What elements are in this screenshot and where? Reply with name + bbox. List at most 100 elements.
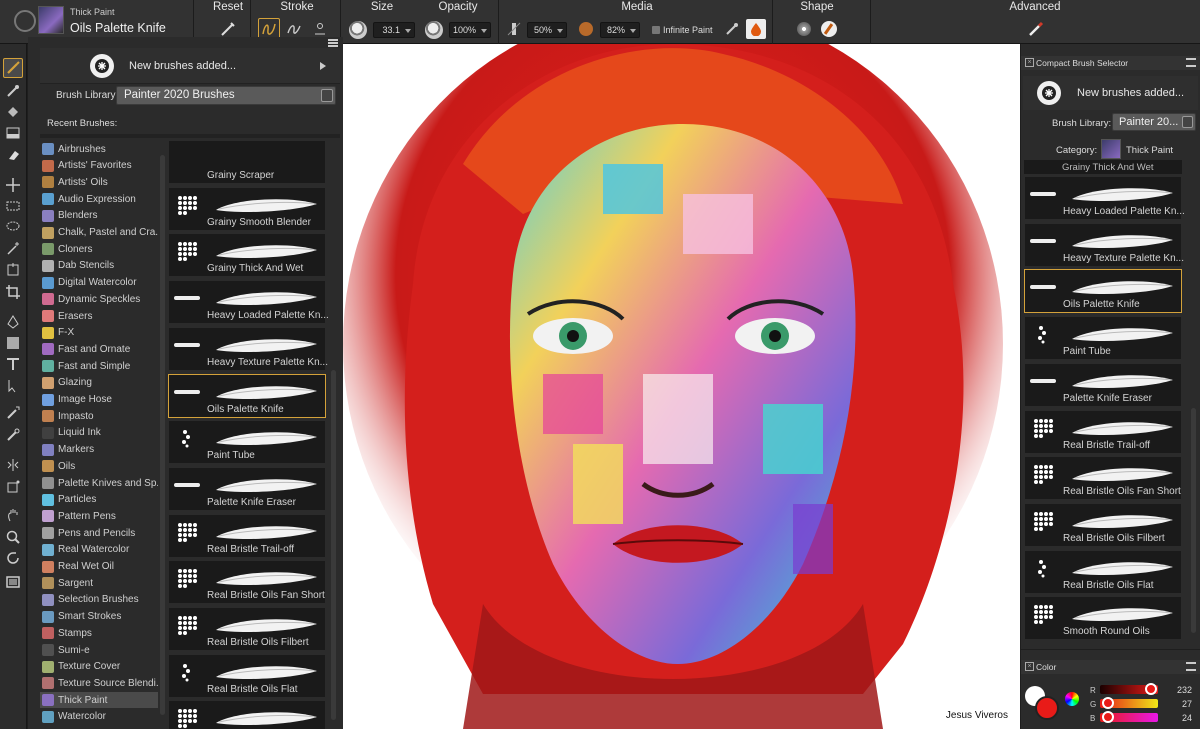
cloner-tool-icon[interactable] [3, 403, 23, 423]
category-item[interactable]: Selection Brushes [40, 592, 158, 608]
shape-tool-icon[interactable] [3, 333, 23, 353]
category-item[interactable]: Artists' Oils [40, 174, 158, 190]
new-brushes-banner[interactable]: New brushes added... [40, 48, 340, 84]
category-item[interactable]: Chalk, Pastel and Cra... [40, 225, 158, 241]
move-tool-icon[interactable] [3, 175, 23, 195]
bleed-icon[interactable] [576, 19, 596, 39]
category-item[interactable]: Digital Watercolor [40, 275, 158, 291]
panel-menu-icon[interactable] [1186, 58, 1196, 67]
category-item[interactable]: F-X [40, 325, 158, 341]
canvas[interactable]: Jesus Viveros [343, 44, 1020, 729]
r-slider-thumb[interactable] [1145, 683, 1157, 695]
perspective-tool-icon[interactable] [3, 477, 23, 497]
category-item[interactable]: Oils [40, 458, 158, 474]
category-item[interactable]: Texture Cover [40, 659, 158, 675]
brush-variant-item[interactable]: Real Bristle Oils Flat [168, 653, 326, 698]
b-slider-thumb[interactable] [1102, 711, 1114, 723]
category-item[interactable]: Glazing [40, 375, 158, 391]
category-item[interactable]: Real Watercolor [40, 542, 158, 558]
brush-variant-item[interactable]: Real Bristle Trail-off [168, 513, 326, 558]
crop-tool-icon[interactable] [3, 282, 23, 302]
layer-adjuster-tool-icon[interactable] [3, 123, 23, 143]
stroke-type-icon[interactable] [819, 19, 839, 39]
mirror-tool-icon[interactable] [3, 455, 23, 475]
main-color-swatch[interactable] [1035, 696, 1059, 720]
category-item[interactable]: Real Wet Oil [40, 559, 158, 575]
brush-scrollbar[interactable] [331, 370, 336, 720]
lasso-tool-icon[interactable] [3, 217, 23, 237]
category-item[interactable]: Palette Knives and Sp... [40, 475, 158, 491]
brush-variant-item[interactable]: Grainy Scraper [168, 140, 326, 184]
category-item[interactable]: Thick Paint [40, 692, 158, 709]
grab-tool-icon[interactable] [3, 505, 23, 525]
right-brush-item[interactable]: Heavy Loaded Palette Kn... [1024, 176, 1185, 220]
right-brush-item[interactable]: Real Bristle Oils Fan Short [1024, 456, 1182, 501]
category-item[interactable]: Pattern Pens [40, 508, 158, 524]
color-wheel-icon[interactable] [1065, 692, 1079, 706]
category-item[interactable]: Pens and Pencils [40, 525, 158, 541]
right-brush-item[interactable]: Oils Palette Knife [1024, 269, 1182, 314]
transform-tool-icon[interactable] [3, 260, 23, 280]
resaturation-icon[interactable] [504, 19, 524, 39]
category-item[interactable]: Dab Stencils [40, 258, 158, 274]
right-brush-scrollbar[interactable] [1191, 408, 1196, 633]
brush-variant-item[interactable]: Palette Knife Eraser [168, 466, 326, 511]
category-item[interactable]: Fast and Ornate [40, 341, 158, 357]
right-new-brushes-banner[interactable]: New brushes added... [1023, 76, 1198, 110]
paint-bucket-tool-icon[interactable] [3, 102, 23, 122]
brush-variant-item[interactable]: Real Bristle Oils Filbert [168, 607, 326, 651]
category-item[interactable]: Cloners [40, 241, 158, 257]
category-scrollbar[interactable] [160, 155, 165, 715]
category-item[interactable]: Particles [40, 492, 158, 508]
right-brush-item[interactable]: Real Bristle Oils Flat [1024, 549, 1182, 594]
brush-library-dropdown[interactable]: Painter 2020 Brushes [116, 86, 336, 105]
play-icon[interactable] [320, 62, 326, 70]
dab-shape-icon[interactable] [794, 19, 814, 39]
magnifier-tool-icon[interactable] [3, 527, 23, 547]
rotate-page-tool-icon[interactable] [3, 548, 23, 568]
screen-mode-tool-icon[interactable] [3, 572, 23, 592]
category-item[interactable]: Watercolor [40, 709, 158, 725]
brush-variant-item[interactable]: Oils Palette Knife [168, 373, 326, 418]
opacity-dial-icon[interactable] [425, 21, 443, 39]
pen-tool-icon[interactable] [3, 312, 23, 332]
right-brush-item[interactable]: Smooth Round Oils [1024, 596, 1182, 641]
selection-adjuster-tool-icon[interactable] [3, 376, 23, 396]
r-value[interactable]: 232 [1162, 685, 1192, 695]
category-item[interactable]: Sargent [40, 575, 158, 591]
category-value[interactable]: Thick Paint [1126, 145, 1173, 156]
advanced-brush-icon[interactable] [1025, 19, 1047, 39]
panel-menu-icon[interactable] [1186, 662, 1196, 671]
brush-variant-item[interactable]: Heavy Loaded Palette Kn... [168, 280, 329, 325]
category-item[interactable]: Blenders [40, 208, 158, 224]
dropper-icon[interactable] [722, 19, 742, 39]
category-item[interactable]: Image Hose [40, 392, 158, 408]
category-icon[interactable] [1101, 139, 1121, 159]
b-value[interactable]: 24 [1162, 713, 1192, 723]
category-item[interactable]: Markers [40, 442, 158, 458]
right-brush-item[interactable]: Paint Tube [1024, 316, 1182, 361]
category-item[interactable]: Airbrushes [40, 141, 158, 157]
opacity-value-field[interactable]: 100% [449, 22, 491, 38]
size-value-field[interactable]: 33.1 [373, 22, 415, 38]
category-item[interactable]: Erasers [40, 308, 158, 324]
right-brush-library-dropdown[interactable]: Painter 20... [1112, 113, 1196, 131]
variant-name[interactable]: Oils Palette Knife [70, 21, 166, 35]
brush-variant-item[interactable]: Smooth Round Oils [168, 700, 326, 729]
size-dial-icon[interactable] [349, 21, 367, 39]
panel-close-icon[interactable]: × [1025, 58, 1034, 67]
brush-variant-item[interactable]: Paint Tube [168, 420, 326, 465]
right-brush-item[interactable]: Palette Knife Eraser [1024, 362, 1182, 407]
category-item[interactable]: Sumi-e [40, 642, 158, 658]
category-item[interactable]: Audio Expression [40, 191, 158, 207]
g-slider-thumb[interactable] [1102, 697, 1114, 709]
paint-drop-icon[interactable] [746, 19, 766, 39]
g-value[interactable]: 27 [1162, 699, 1192, 709]
brush-variant-item[interactable]: Heavy Texture Palette Kn... [168, 326, 328, 371]
brush-variant-item[interactable]: Grainy Thick And Wet [168, 233, 326, 278]
right-brush-item[interactable]: Heavy Texture Palette Kn... [1024, 222, 1184, 267]
rectangle-select-tool-icon[interactable] [3, 196, 23, 216]
brush-variant-item[interactable]: Real Bristle Oils Fan Short [168, 560, 326, 605]
brush-variant-item[interactable]: Grainy Smooth Blender [168, 186, 326, 231]
color-panel-close-icon[interactable]: × [1025, 662, 1034, 671]
